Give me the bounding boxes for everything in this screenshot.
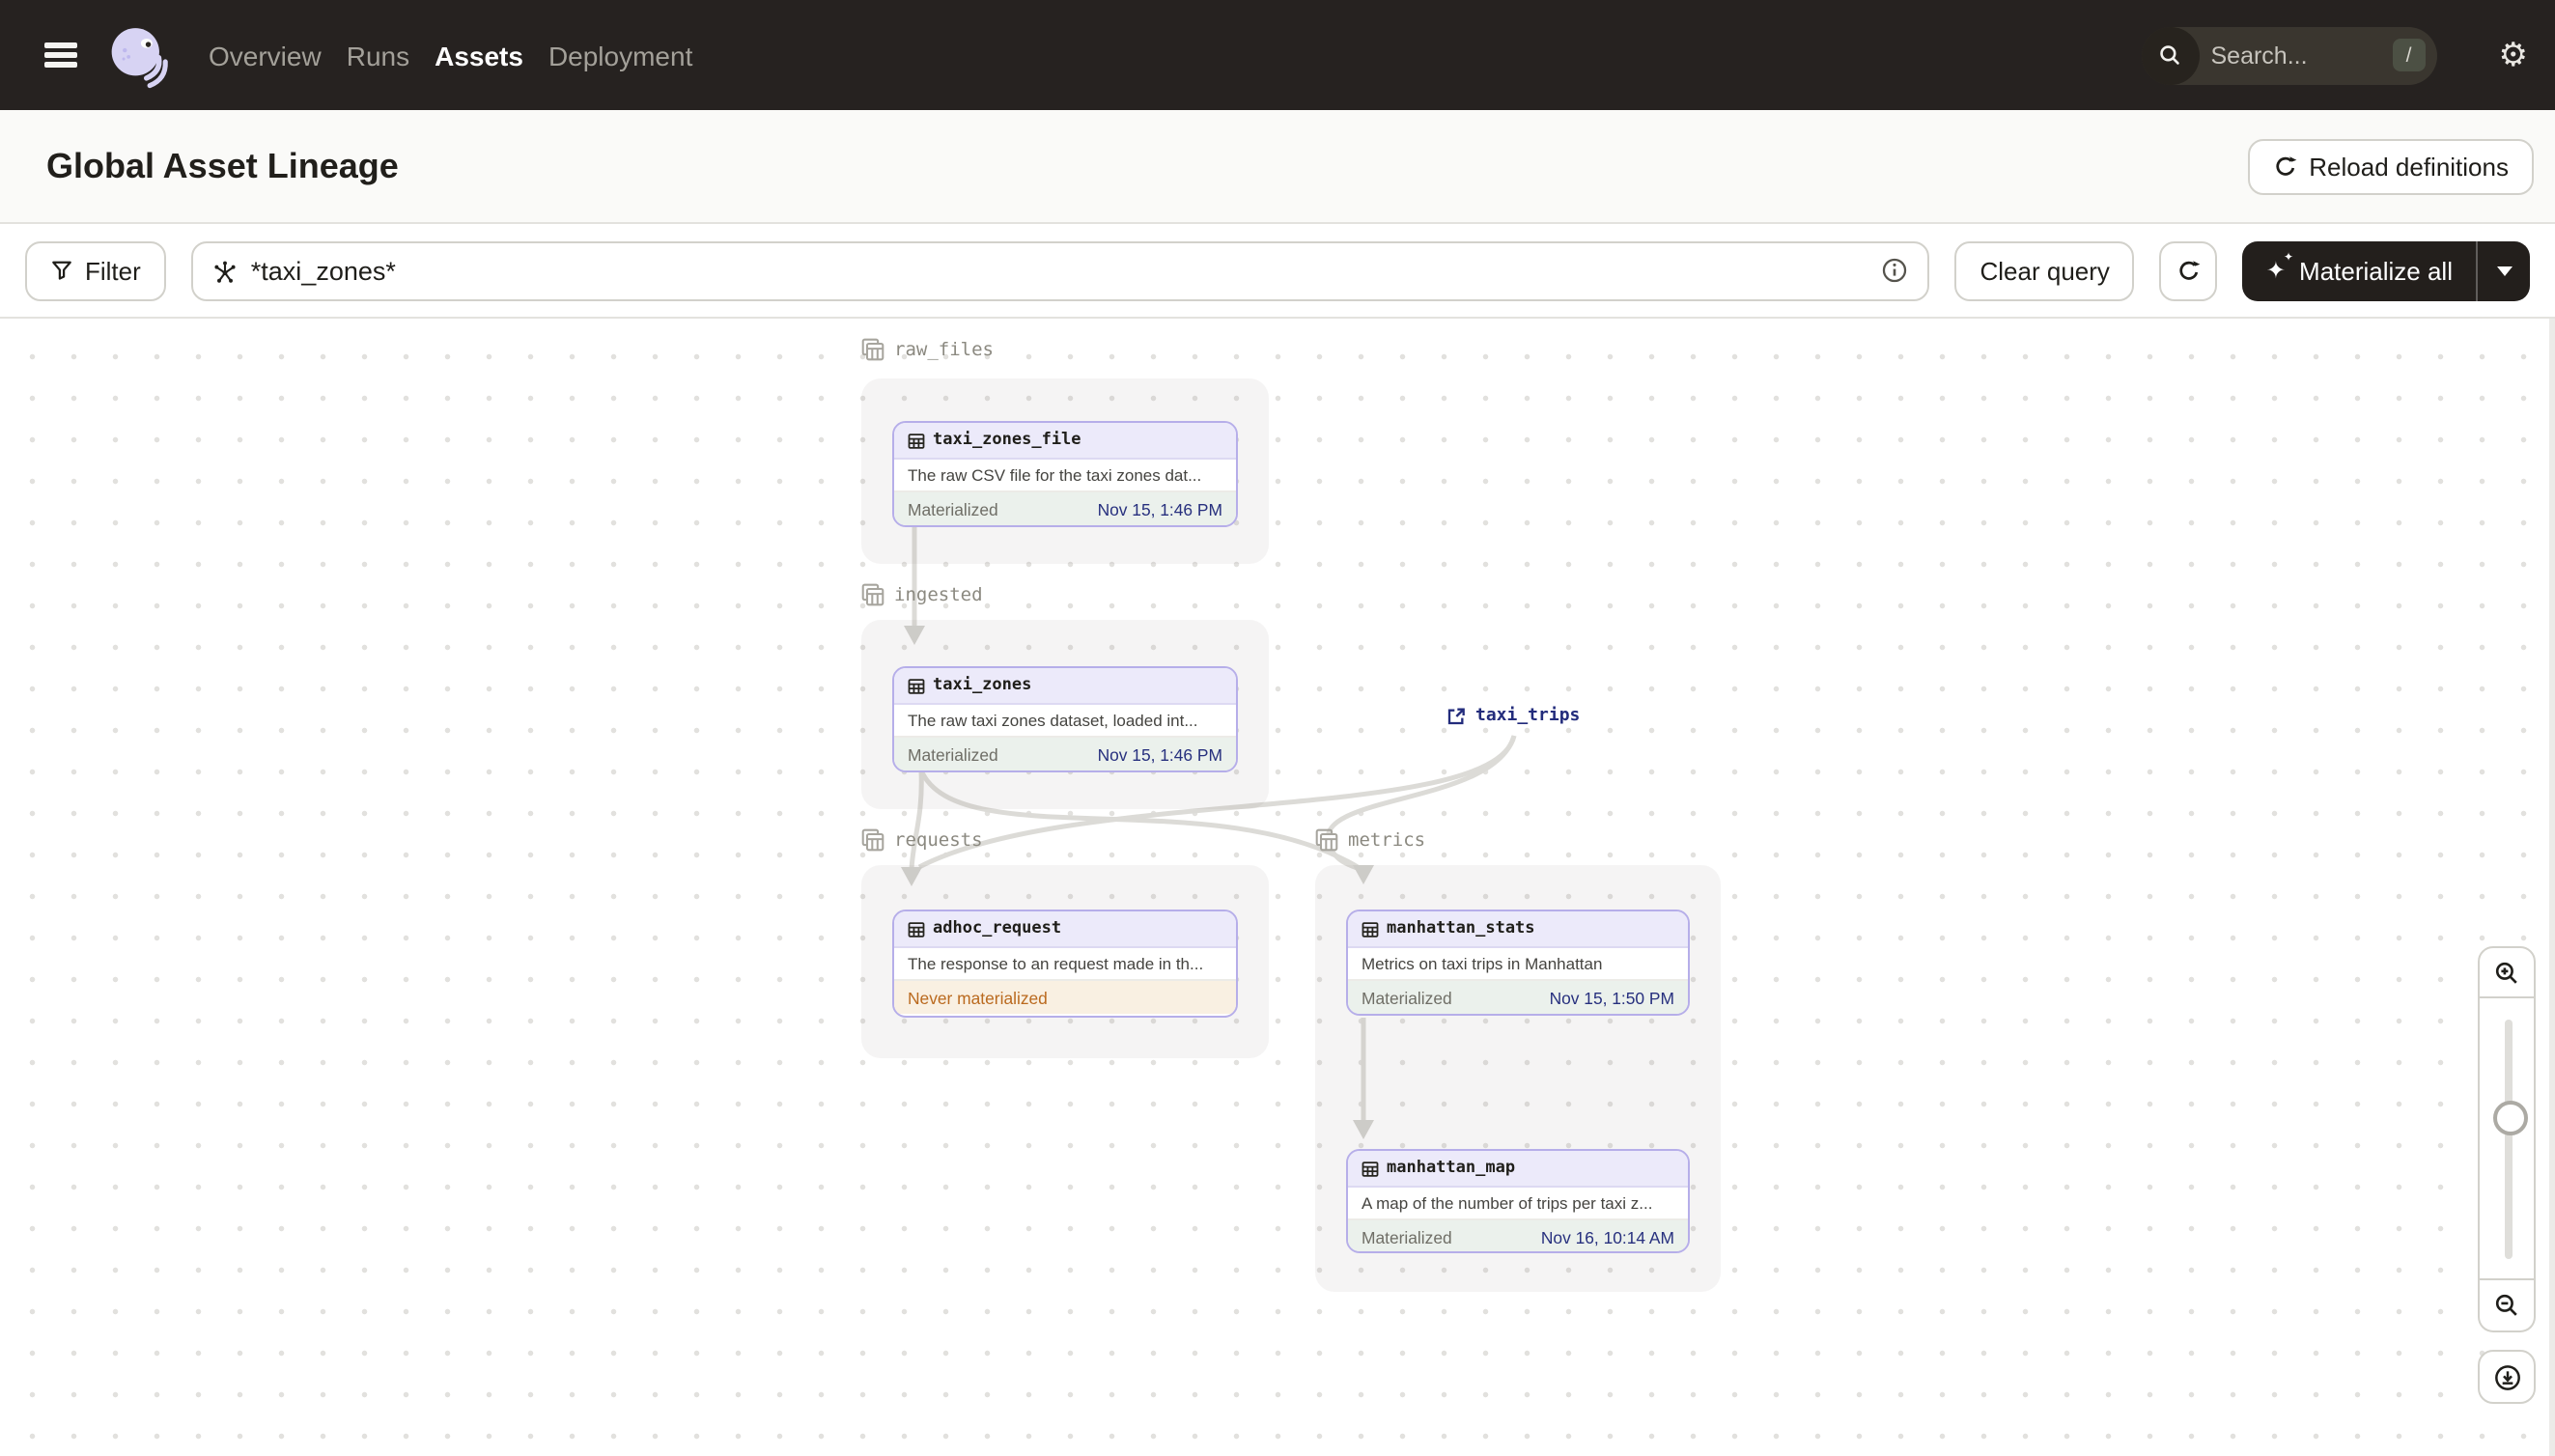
external-link-icon <box>1447 708 1465 725</box>
asset-description: The raw CSV file for the taxi zones dat.… <box>894 460 1236 492</box>
nav-runs[interactable]: Runs <box>347 32 409 78</box>
search-input[interactable]: Search... / <box>2141 26 2437 84</box>
group-tables-icon <box>861 828 884 852</box>
filter-funnel-icon <box>50 259 73 282</box>
status-label: Never materialized <box>908 988 1048 1007</box>
main-nav: Overview Runs Assets Deployment <box>209 32 692 78</box>
group-label-ingested[interactable]: ingested <box>861 583 983 606</box>
group-tables-icon <box>1315 828 1338 852</box>
sparkle-icon: ✦ ✦ <box>2265 253 2294 284</box>
external-asset-taxi_trips[interactable]: taxi_trips <box>1446 707 1580 726</box>
lineage-canvas[interactable]: raw_files ingested requests metrics taxi… <box>0 319 2555 1456</box>
zoom-slider[interactable] <box>2478 998 2536 1280</box>
asset-node-manhattan_map[interactable]: manhattan_map A map of the number of tri… <box>1346 1149 1690 1253</box>
menu-icon[interactable] <box>44 42 77 68</box>
asset-name: taxi_zones_file <box>933 431 1081 450</box>
asset-name: adhoc_request <box>933 919 1062 938</box>
asset-status-bar: Materialized Nov 15, 1:46 PM <box>894 738 1236 770</box>
materialize-options-caret[interactable] <box>2476 240 2530 300</box>
zoom-controls <box>2478 946 2536 1332</box>
zoom-slider-thumb[interactable] <box>2493 1101 2528 1135</box>
group-tables-icon <box>861 583 884 606</box>
status-label: Materialized <box>1362 1227 1452 1246</box>
asset-node-adhoc_request[interactable]: adhoc_request The response to an request… <box>892 910 1238 1018</box>
asset-status-bar: Materialized Nov 16, 10:14 AM <box>1348 1220 1688 1251</box>
status-timestamp[interactable]: Nov 16, 10:14 AM <box>1541 1227 1674 1246</box>
app-window: Overview Runs Assets Deployment Search..… <box>0 0 2555 1456</box>
asset-status-bar: Never materialized <box>894 981 1236 1014</box>
lineage-toolbar: Filter *taxi_zones* Clear query ✦ ✦ Mate… <box>0 224 2555 319</box>
status-timestamp[interactable]: Nov 15, 1:50 PM <box>1550 988 1674 1007</box>
nav-deployment[interactable]: Deployment <box>548 32 692 78</box>
asset-selection-input[interactable]: *taxi_zones* <box>190 240 1930 300</box>
asset-description: Metrics on taxi trips in Manhattan <box>1348 948 1688 981</box>
dagster-logo-icon[interactable] <box>104 22 170 88</box>
zoom-out-button[interactable] <box>2478 1280 2536 1332</box>
status-label: Materialized <box>1362 988 1452 1007</box>
table-icon <box>908 678 925 693</box>
asset-description: A map of the number of trips per taxi z.… <box>1348 1188 1688 1220</box>
group-label-metrics[interactable]: metrics <box>1315 828 1425 852</box>
asset-description: The raw taxi zones dataset, loaded int..… <box>894 705 1236 738</box>
reload-definitions-button[interactable]: Reload definitions <box>2247 138 2534 194</box>
refresh-icon <box>2176 258 2202 283</box>
asset-name: manhattan_stats <box>1387 919 1535 938</box>
materialize-all-button[interactable]: ✦ ✦ Materialize all <box>2242 240 2530 300</box>
table-icon <box>908 433 925 448</box>
page-header: Global Asset Lineage Reload definitions <box>0 110 2555 224</box>
status-timestamp[interactable]: Nov 15, 1:46 PM <box>1098 499 1222 518</box>
download-image-button[interactable] <box>2478 1350 2536 1404</box>
asset-status-bar: Materialized Nov 15, 1:50 PM <box>1348 981 1688 1014</box>
asset-description: The response to an request made in th... <box>894 948 1236 981</box>
group-label-raw_files[interactable]: raw_files <box>861 338 994 361</box>
status-label: Materialized <box>908 499 998 518</box>
group-tables-icon <box>861 338 884 361</box>
nav-assets[interactable]: Assets <box>435 32 523 78</box>
lineage-graph-icon <box>212 258 238 283</box>
zoom-out-icon <box>2495 1294 2517 1316</box>
download-icon <box>2494 1364 2519 1389</box>
query-info-icon[interactable] <box>1882 257 1909 284</box>
search-icon <box>2141 26 2200 84</box>
group-label-requests[interactable]: requests <box>861 828 983 852</box>
filter-button[interactable]: Filter <box>25 240 166 300</box>
lineage-edges <box>901 525 1517 1139</box>
page-title: Global Asset Lineage <box>46 146 399 184</box>
refresh-button[interactable] <box>2159 240 2218 300</box>
asset-node-taxi_zones_file[interactable]: taxi_zones_file The raw CSV file for the… <box>892 421 1238 527</box>
reload-icon <box>2272 154 2297 179</box>
zoom-slider-track[interactable] <box>2505 1020 2513 1259</box>
canvas-scrollbar[interactable] <box>2549 319 2555 1456</box>
asset-name: taxi_zones <box>933 676 1032 695</box>
status-timestamp[interactable]: Nov 15, 1:46 PM <box>1098 744 1222 764</box>
chevron-down-icon <box>2496 266 2512 275</box>
slash-shortcut-badge: / <box>2392 39 2426 71</box>
asset-selection-value: *taxi_zones* <box>250 256 396 285</box>
zoom-in-icon <box>2495 961 2517 983</box>
search-placeholder: Search... <box>2210 42 2308 69</box>
zoom-in-button[interactable] <box>2478 946 2536 998</box>
nav-overview[interactable]: Overview <box>209 32 322 78</box>
asset-status-bar: Materialized Nov 15, 1:46 PM <box>894 492 1236 525</box>
table-icon <box>1362 1161 1379 1176</box>
status-label: Materialized <box>908 744 998 764</box>
asset-node-taxi_zones[interactable]: taxi_zones The raw taxi zones dataset, l… <box>892 666 1238 772</box>
settings-gear-icon[interactable]: ⚙ <box>2499 39 2529 71</box>
asset-node-manhattan_stats[interactable]: manhattan_stats Metrics on taxi trips in… <box>1346 910 1690 1016</box>
clear-query-button[interactable]: Clear query <box>1954 240 2135 300</box>
top-navbar: Overview Runs Assets Deployment Search..… <box>0 0 2555 110</box>
table-icon <box>908 921 925 937</box>
table-icon <box>1362 921 1379 937</box>
asset-name: manhattan_map <box>1387 1159 1516 1178</box>
